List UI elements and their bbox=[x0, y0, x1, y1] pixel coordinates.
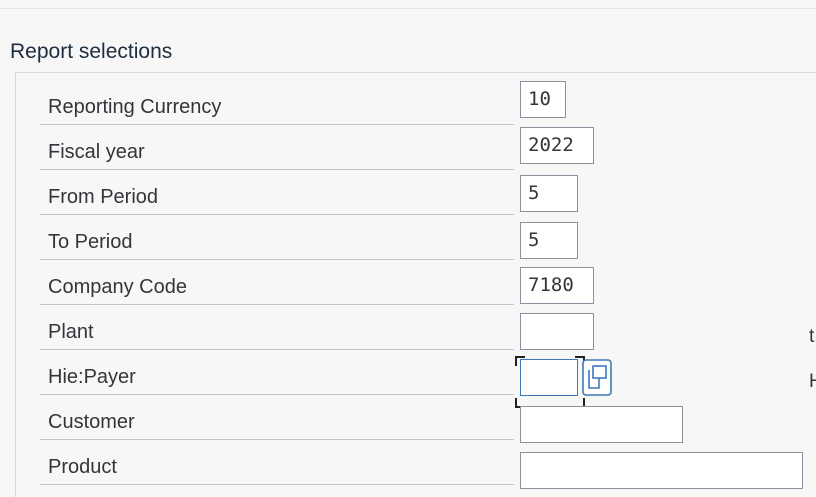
fiscal-year-label: Fiscal year bbox=[40, 125, 514, 170]
company-code-field[interactable]: 7180 bbox=[520, 267, 594, 304]
hierarchy-value-help-icon bbox=[582, 359, 612, 396]
focus-corner-top-left bbox=[515, 356, 525, 366]
from-period-label: From Period bbox=[40, 170, 514, 215]
to-period-field[interactable]: 5 bbox=[520, 222, 578, 259]
from-period-field[interactable]: 5 bbox=[520, 175, 578, 212]
report-selection-screen: Report selections Reporting Currency 10 … bbox=[0, 0, 816, 497]
payer-to-label: H bbox=[809, 371, 816, 392]
plant-label: Plant bbox=[40, 305, 514, 350]
fiscal-year-field[interactable]: 2022 bbox=[520, 127, 594, 164]
group-frame-top-border bbox=[15, 72, 816, 73]
plant-to-label: t bbox=[809, 326, 815, 347]
reporting-currency-label: Reporting Currency bbox=[40, 80, 514, 125]
plant-field[interactable] bbox=[520, 313, 594, 350]
product-label: Product bbox=[40, 440, 514, 485]
to-period-label: To Period bbox=[40, 215, 514, 260]
hie-payer-label: Hie:Payer bbox=[40, 350, 514, 395]
group-frame-left-border bbox=[15, 72, 16, 497]
customer-label: Customer bbox=[40, 395, 514, 440]
company-code-label: Company Code bbox=[40, 260, 514, 305]
top-divider bbox=[0, 8, 816, 9]
group-title: Report selections bbox=[10, 40, 173, 63]
customer-field[interactable] bbox=[520, 406, 683, 443]
reporting-currency-field[interactable]: 10 bbox=[520, 81, 566, 118]
hie-payer-field[interactable] bbox=[520, 359, 578, 396]
product-field[interactable] bbox=[520, 452, 803, 489]
hierarchy-value-help-button[interactable] bbox=[582, 359, 612, 396]
